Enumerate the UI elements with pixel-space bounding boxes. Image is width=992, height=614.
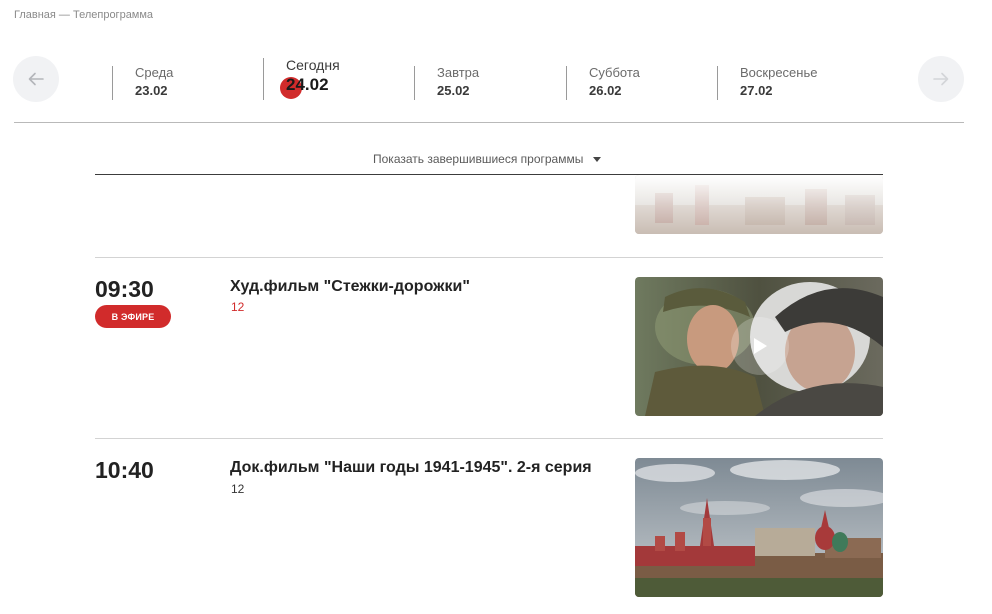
day-name: Воскресенье: [740, 65, 818, 80]
arrow-right-icon: [933, 72, 949, 86]
breadcrumb[interactable]: Главная — Телепрограмма: [14, 9, 153, 21]
on-air-badge: В ЭФИРЕ: [95, 305, 171, 328]
caret-down-icon: [593, 156, 602, 162]
program-time: 09:30: [95, 276, 154, 302]
divider: [14, 122, 964, 123]
program-time: 10:40: [95, 457, 154, 483]
day-date: 27.02: [740, 83, 773, 98]
day-date: 26.02: [589, 83, 622, 98]
show-finished-toggle[interactable]: Показать завершившиеся программы: [373, 152, 602, 166]
day-date: 24.02: [286, 75, 329, 94]
program-thumbnail[interactable]: [635, 175, 883, 234]
day-tab-today[interactable]: Сегодня 24.02: [263, 58, 340, 100]
day-date: 23.02: [135, 83, 168, 98]
next-days-button[interactable]: [918, 56, 964, 102]
day-tab-wednesday[interactable]: Среда 23.02: [112, 66, 173, 100]
program-thumbnail[interactable]: [635, 277, 883, 416]
day-tab-tomorrow[interactable]: Завтра 25.02: [414, 66, 479, 100]
day-tab-sunday[interactable]: Воскресенье 27.02: [717, 66, 817, 100]
program-thumbnail[interactable]: [635, 458, 883, 597]
age-rating: 12: [231, 482, 245, 496]
day-name: Суббота: [589, 65, 640, 80]
row-divider: [95, 257, 883, 258]
prev-days-button[interactable]: [13, 56, 59, 102]
arrow-left-icon: [28, 72, 44, 86]
day-name: Среда: [135, 65, 174, 80]
program-title[interactable]: Док.фильм "Наши годы 1941-1945". 2-я сер…: [230, 459, 592, 477]
program-title[interactable]: Худ.фильм "Стежки-дорожки": [230, 278, 470, 296]
day-date: 25.02: [437, 83, 470, 98]
age-rating: 12: [231, 300, 245, 314]
day-name: Завтра: [437, 65, 480, 80]
play-icon: [754, 338, 767, 354]
day-name: Сегодня: [286, 57, 340, 73]
show-finished-label: Показать завершившиеся программы: [373, 152, 584, 166]
row-divider: [95, 438, 883, 439]
play-button[interactable]: [731, 317, 789, 375]
day-tab-saturday[interactable]: Суббота 26.02: [566, 66, 640, 100]
